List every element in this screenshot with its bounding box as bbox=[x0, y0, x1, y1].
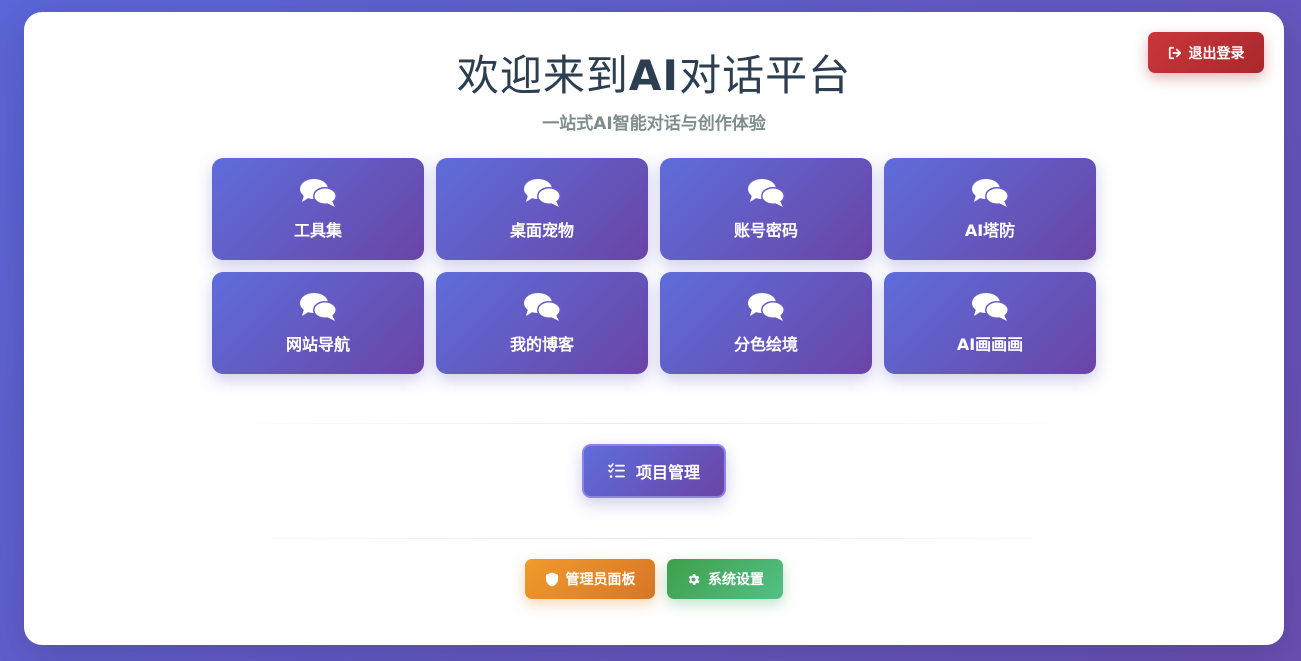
admin-panel-label: 管理员面板 bbox=[565, 572, 636, 588]
tile-my-blog[interactable]: 我的博客 bbox=[436, 272, 648, 374]
admin-panel-button[interactable]: 管理员面板 bbox=[525, 559, 655, 599]
system-settings-button[interactable]: 系统设置 bbox=[667, 559, 783, 599]
feature-grid: 工具集 桌面宠物 账号密码 AI塔防 网站导航 我的博客 分色绘境 AI画画画 bbox=[212, 158, 1096, 374]
comments-icon bbox=[299, 177, 337, 209]
tile-label: 账号密码 bbox=[733, 221, 798, 240]
comments-icon bbox=[971, 291, 1009, 323]
tile-label: AI画画画 bbox=[956, 335, 1024, 354]
tile-ai-drawing[interactable]: AI画画画 bbox=[884, 272, 1096, 374]
tile-color-split[interactable]: 分色绘境 bbox=[660, 272, 872, 374]
comments-icon bbox=[523, 291, 561, 323]
tile-label: 工具集 bbox=[293, 221, 342, 240]
tile-desktop-pet[interactable]: 桌面宠物 bbox=[436, 158, 648, 260]
tile-accounts[interactable]: 账号密码 bbox=[660, 158, 872, 260]
divider bbox=[204, 423, 1104, 424]
title-prefix: 欢迎来到 bbox=[456, 51, 629, 100]
admin-actions: 管理员面板 系统设置 bbox=[525, 559, 783, 599]
comments-icon bbox=[971, 177, 1009, 209]
shield-icon bbox=[545, 572, 559, 587]
title-highlight: AI bbox=[628, 51, 680, 100]
tile-label: 桌面宠物 bbox=[509, 221, 574, 240]
comments-icon bbox=[299, 291, 337, 323]
divider bbox=[204, 538, 1104, 539]
project-management-button[interactable]: 项目管理 bbox=[582, 444, 726, 498]
tile-label: 网站导航 bbox=[285, 335, 350, 354]
system-settings-label: 系统设置 bbox=[708, 572, 764, 588]
tile-site-nav[interactable]: 网站导航 bbox=[212, 272, 424, 374]
tasks-icon bbox=[608, 463, 626, 479]
comments-icon bbox=[747, 291, 785, 323]
tile-tools[interactable]: 工具集 bbox=[212, 158, 424, 260]
page-title: 欢迎来到AI对话平台 bbox=[24, 42, 1284, 103]
gear-icon bbox=[686, 572, 701, 587]
tile-label: 分色绘境 bbox=[733, 335, 798, 354]
tile-label: AI塔防 bbox=[964, 221, 1016, 240]
project-management-label: 项目管理 bbox=[635, 463, 700, 482]
page-subtitle: 一站式AI智能对话与创作体验 bbox=[542, 114, 766, 134]
tile-ai-tower-defense[interactable]: AI塔防 bbox=[884, 158, 1096, 260]
tile-label: 我的博客 bbox=[509, 335, 574, 354]
comments-icon bbox=[747, 177, 785, 209]
comments-icon bbox=[523, 177, 561, 209]
title-suffix: 对话平台 bbox=[679, 51, 852, 100]
main-card: 退出登录 欢迎来到AI对话平台 一站式AI智能对话与创作体验 工具集 桌面宠物 … bbox=[24, 12, 1284, 645]
